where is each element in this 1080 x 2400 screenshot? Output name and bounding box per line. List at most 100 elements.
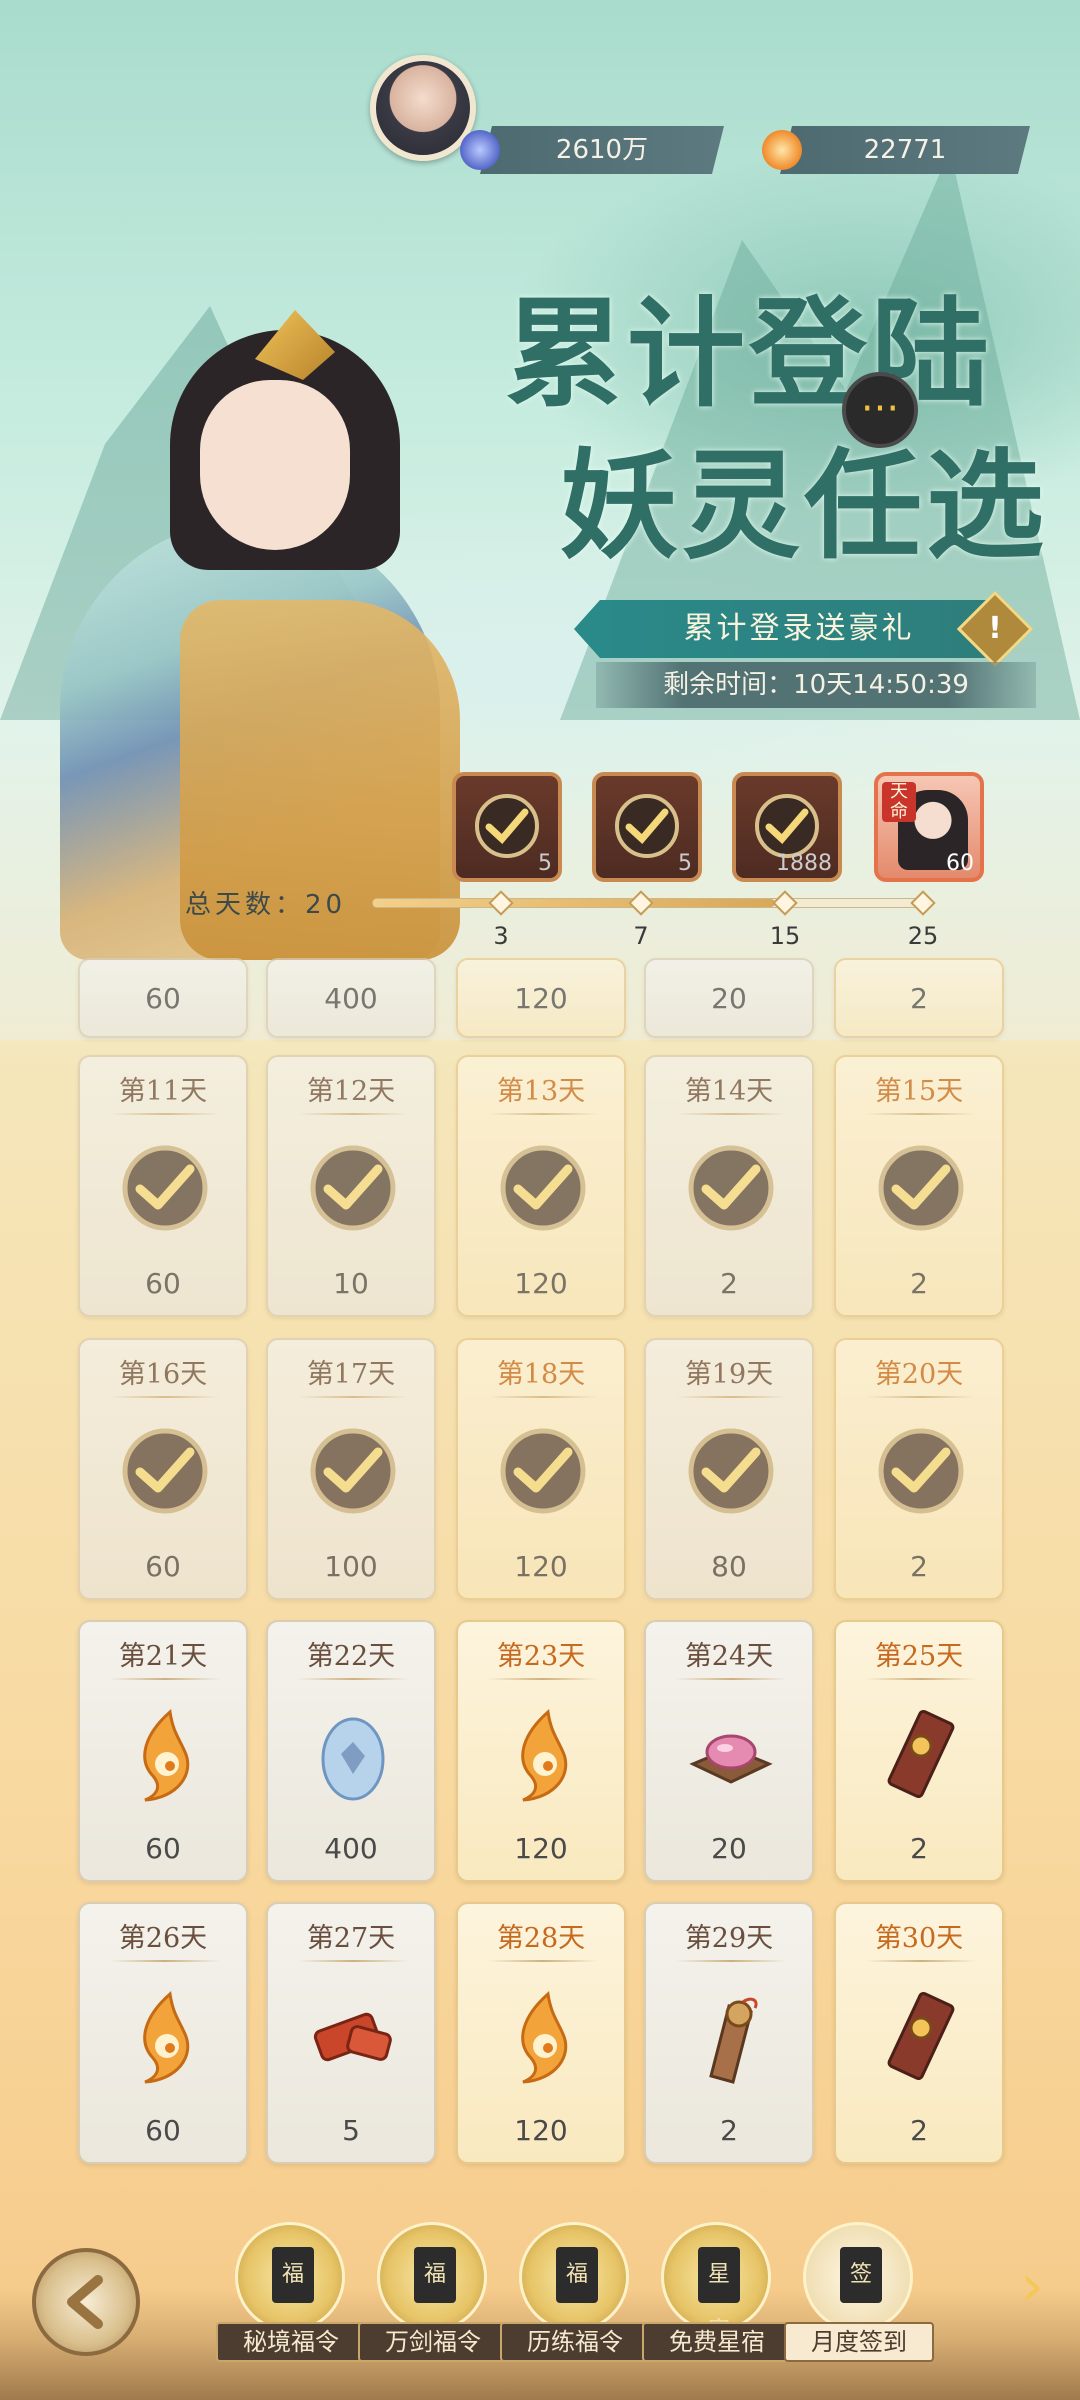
milestone-count: 5: [538, 851, 552, 876]
nav-tab-label: 历练福令: [500, 2322, 650, 2362]
fortune-token-icon: 福: [519, 2222, 629, 2332]
day-card[interactable]: 第30天 2: [834, 1902, 1004, 2164]
total-days: 总天数：20: [185, 884, 346, 921]
reward-quantity: 20: [711, 1832, 747, 1865]
day-label: 第21天: [118, 1641, 208, 1672]
day-label: 第25天: [874, 1641, 964, 1672]
day-label: 第13天: [496, 1076, 586, 1107]
day-label: 第19天: [684, 1359, 774, 1390]
day-card[interactable]: 第26天 60: [78, 1902, 248, 2164]
milestone-day-label: 7: [633, 922, 649, 950]
resource-spirit-crystal: 2610万: [480, 126, 724, 174]
day-card[interactable]: 第11天 60: [78, 1055, 248, 1317]
nav-glyph: 福: [414, 2247, 456, 2303]
divider: [298, 1396, 408, 1398]
flame-feather-icon: [493, 1986, 593, 2086]
day-card[interactable]: 第18天 120: [456, 1338, 626, 1600]
remaining-time: 剩余时间：10天14:50:39: [596, 662, 1036, 708]
divider: [488, 1396, 598, 1398]
divider: [866, 1396, 976, 1398]
day-label: 第16天: [118, 1359, 208, 1390]
days-progress-fill: [373, 899, 775, 907]
day-label: 第24天: [684, 1641, 774, 1672]
back-arrow-icon: [67, 2275, 103, 2329]
info-icon: !: [988, 611, 1002, 646]
divider: [676, 1678, 786, 1680]
reward-quantity: 2: [910, 1267, 928, 1300]
day-card-partial[interactable]: 120: [456, 958, 626, 1038]
day-card-partial[interactable]: 2: [834, 958, 1004, 1038]
day-card[interactable]: 第25天 2: [834, 1620, 1004, 1882]
day-card[interactable]: 第23天 120: [456, 1620, 626, 1882]
day-card[interactable]: 第17天 100: [266, 1338, 436, 1600]
day-card[interactable]: 第19天 80: [644, 1338, 814, 1600]
back-button[interactable]: [32, 2248, 140, 2356]
nav-tab-label: 万剑福令: [358, 2322, 508, 2362]
milestone-day-label: 3: [493, 922, 509, 950]
divider: [866, 1678, 976, 1680]
nav-tab-label: 秘境福令: [216, 2322, 366, 2362]
day-label: 第27天: [306, 1923, 396, 1954]
divider: [866, 1113, 976, 1115]
day-card[interactable]: 第24天 20: [644, 1620, 814, 1882]
nav-glyph: 签: [840, 2247, 882, 2303]
reward-quantity: 80: [711, 1550, 747, 1583]
divider: [488, 1113, 598, 1115]
day-card[interactable]: 第16天 60: [78, 1338, 248, 1600]
flame-feather-icon: [115, 1986, 215, 2086]
talisman-scroll-icon: [871, 1704, 971, 1804]
sign-in-icon: 签: [803, 2222, 913, 2332]
day-card[interactable]: 第29天 2: [644, 1902, 814, 2164]
nav-tab-label: 免费星宿: [642, 2322, 792, 2362]
milestone-day-label: 25: [907, 922, 939, 950]
flame-feather-icon: [493, 1704, 593, 1804]
claimed-check-icon: [876, 1426, 966, 1516]
divider: [298, 1678, 408, 1680]
resource-flame-gem: 22771: [780, 126, 1030, 174]
day-card[interactable]: 第15天 2: [834, 1055, 1004, 1317]
chat-icon[interactable]: ···: [842, 372, 918, 448]
claimed-check-icon: [475, 794, 539, 858]
day-card[interactable]: 第13天 120: [456, 1055, 626, 1317]
next-page-icon[interactable]: ›: [1020, 2256, 1064, 2316]
claimed-check-icon: [686, 1143, 776, 1233]
banner-title-line2: 妖灵任选: [560, 436, 1049, 575]
claimed-check-icon: [120, 1143, 210, 1233]
day-card[interactable]: 第14天 2: [644, 1055, 814, 1317]
day-card[interactable]: 第22天 400: [266, 1620, 436, 1882]
remaining-time-label: 剩余时间：: [663, 670, 794, 700]
claimed-check-icon: [615, 794, 679, 858]
divider: [866, 1960, 976, 1962]
divider: [298, 1960, 408, 1962]
reward-quantity: 120: [514, 1550, 568, 1583]
reward-quantity: 120: [514, 1832, 568, 1865]
day-label: 第22天: [306, 1641, 396, 1672]
character-face: [200, 380, 350, 550]
day-label: 第26天: [118, 1923, 208, 1954]
day-card-partial[interactable]: 20: [644, 958, 814, 1038]
reward-quantity: 120: [514, 1267, 568, 1300]
milestone-count: 1888: [776, 851, 832, 876]
total-days-value: 20: [305, 890, 347, 920]
claimed-check-icon: [120, 1426, 210, 1516]
claimed-check-icon: [498, 1143, 588, 1233]
milestone-reward-day-7[interactable]: 5: [592, 772, 702, 882]
red-scroll-icon: [303, 1986, 403, 2086]
milestone-reward-day-15[interactable]: 1888: [732, 772, 842, 882]
milestone-count: 5: [678, 851, 692, 876]
day-card-partial[interactable]: 60: [78, 958, 248, 1038]
day-card[interactable]: 第27天 5: [266, 1902, 436, 2164]
milestone-reward-day-3[interactable]: 5: [452, 772, 562, 882]
day-card[interactable]: 第28天 120: [456, 1902, 626, 2164]
reward-quantity: 2: [910, 982, 928, 1015]
day-label: 第12天: [306, 1076, 396, 1107]
reward-quantity: 400: [324, 982, 378, 1015]
flame-gem-icon: [762, 130, 802, 170]
day-label: 第28天: [496, 1923, 586, 1954]
day-card[interactable]: 第20天 2: [834, 1338, 1004, 1600]
day-label: 第14天: [684, 1076, 774, 1107]
milestone-reward-day-25[interactable]: 天命 60: [874, 772, 984, 882]
day-card-partial[interactable]: 400: [266, 958, 436, 1038]
day-card[interactable]: 第12天 10: [266, 1055, 436, 1317]
day-card[interactable]: 第21天 60: [78, 1620, 248, 1882]
